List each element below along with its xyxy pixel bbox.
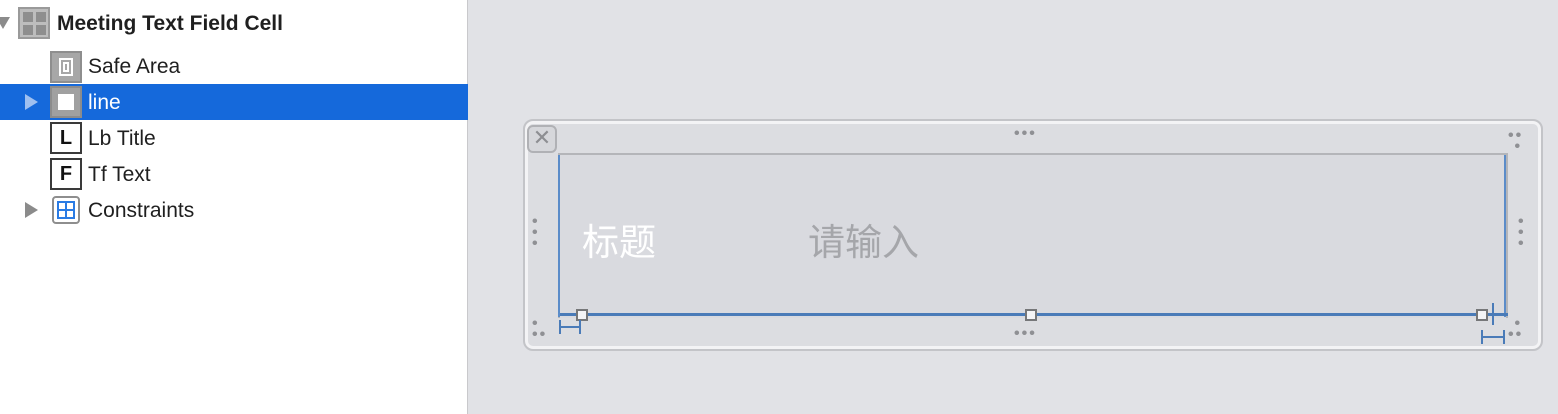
outline-root-label: Meeting Text Field Cell — [57, 12, 283, 35]
view-icon — [50, 86, 82, 118]
outline-label-constraints: Constraints — [88, 199, 195, 222]
title-label[interactable]: 标题 — [582, 212, 656, 266]
label-icon: L — [50, 122, 82, 154]
outline-label-tf-text: Tf Text — [88, 163, 151, 186]
resize-handle-right[interactable] — [1476, 309, 1488, 321]
label-icon-badge: L — [59, 127, 73, 149]
leading-guide-line — [558, 155, 560, 317]
trailing-tick — [1488, 313, 1508, 315]
outline-row-constraints[interactable]: Constraints — [0, 192, 468, 228]
resize-handle-center[interactable] — [1025, 309, 1037, 321]
text-field-placeholder[interactable]: 请输入 — [808, 212, 919, 266]
cell-content-view[interactable] — [558, 153, 1508, 318]
textfield-icon: F — [50, 158, 82, 190]
outline-label-line: line — [88, 91, 121, 114]
disclosure-expanded-icon[interactable] — [0, 17, 10, 29]
outline-label-lb-title: Lb Title — [88, 127, 156, 150]
trailing-guide-line — [1504, 155, 1506, 317]
close-scene-icon[interactable]: ✕ — [527, 125, 557, 153]
outline-label-safe-area: Safe Area — [88, 55, 181, 78]
disclosure-collapsed-icon[interactable] — [25, 202, 38, 218]
constraints-icon — [52, 196, 80, 224]
disclosure-collapsed-icon[interactable] — [25, 94, 38, 110]
bottom-right-resize-grip[interactable]: • •• — [1508, 316, 1523, 343]
outline-row-lb-title[interactable]: L Lb Title — [0, 120, 468, 156]
top-right-resize-grip[interactable]: •• • — [1508, 128, 1523, 155]
bottom-left-resize-grip[interactable]: • •• — [532, 316, 547, 343]
top-resize-grip[interactable]: ••• — [1014, 126, 1037, 142]
left-resize-grip[interactable]: • • • — [532, 214, 542, 252]
outline-row-line[interactable]: line — [0, 84, 468, 120]
bottom-resize-grip[interactable]: ••• — [1014, 326, 1037, 342]
view-grid-icon — [18, 7, 50, 39]
document-outline: Meeting Text Field Cell Safe Area line L… — [0, 0, 468, 414]
leading-constraint-bar — [560, 326, 580, 328]
outline-row-safe-area[interactable]: Safe Area — [0, 48, 468, 84]
right-resize-grip[interactable]: • • • — [1518, 214, 1528, 252]
outline-row-tf-text[interactable]: F Tf Text — [0, 156, 468, 192]
safe-area-icon — [50, 51, 82, 83]
outline-row-root[interactable]: Meeting Text Field Cell — [0, 4, 468, 40]
trailing-constraint-bar — [1482, 336, 1504, 338]
textfield-icon-badge: F — [59, 163, 73, 185]
